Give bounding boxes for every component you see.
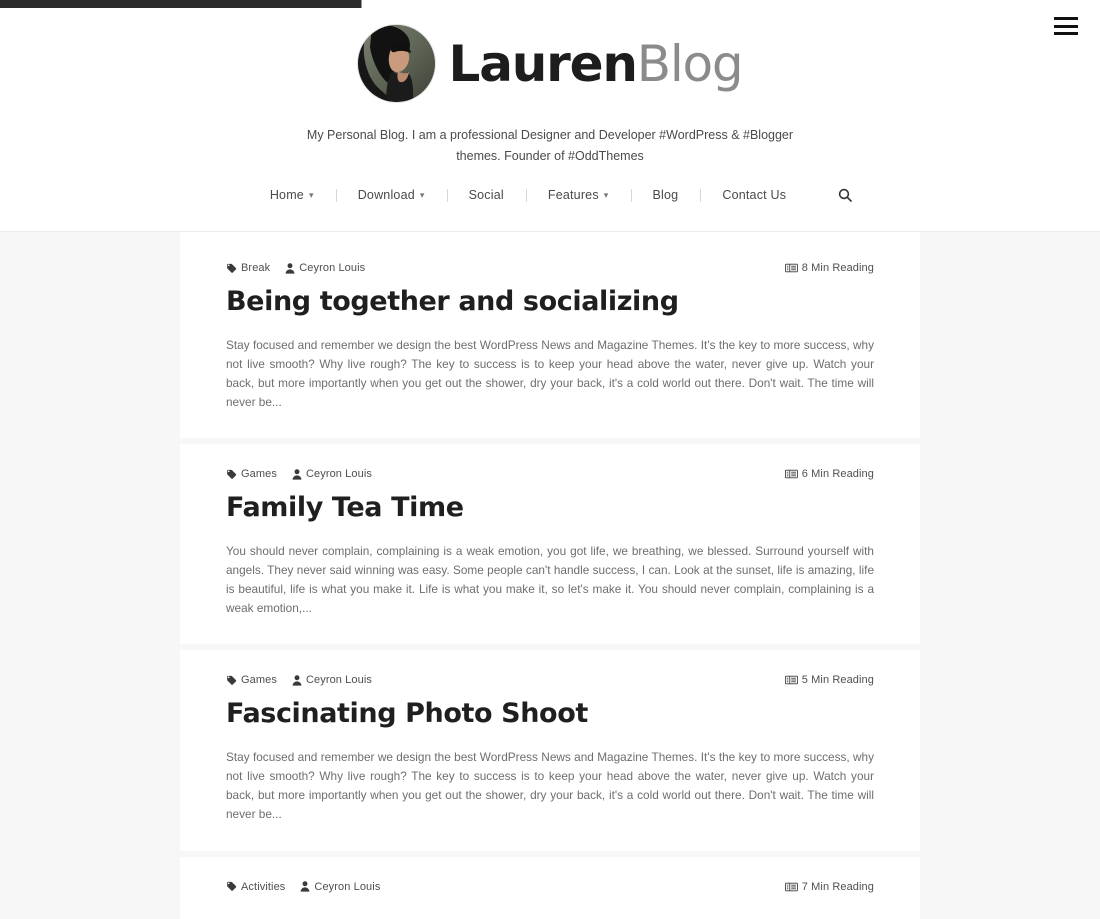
post-reading-time: 6 Min Reading [784,468,874,481]
post-author[interactable]: Ceyron Louis [292,468,372,480]
search-icon[interactable] [838,188,852,203]
nav-label: Contact Us [722,188,787,203]
post-reading-time-label: 5 Min Reading [801,674,874,687]
post-excerpt: Stay focused and remember we design the … [226,337,874,410]
post-excerpt: You should never complain, complaining i… [226,543,874,616]
book-icon [784,675,798,685]
nav-item-features[interactable]: Features ▾ [525,188,631,203]
post-meta-left: Games Ceyron Louis [226,674,372,686]
post-category-label: Break [241,262,271,274]
post-title[interactable]: Family Tea Time [226,491,874,525]
post-list: Break Ceyron Louis 8 Min Reading Being t… [0,232,1100,919]
hamburger-bar [1054,24,1078,28]
post-author-label: Ceyron Louis [305,674,372,687]
user-icon [292,675,302,686]
post-meta: Activities Ceyron Louis 7 Min Reading [226,881,874,893]
site-branding[interactable]: LaurenBlog [0,8,1100,102]
post-author-label: Ceyron Louis [314,880,381,893]
nav-item-blog[interactable]: Blog [630,188,701,203]
post-author[interactable]: Ceyron Louis [300,881,380,893]
hamburger-bar [1054,17,1078,20]
nav-label: Home [269,188,304,203]
nav-label: Features [547,188,599,203]
tag-icon [226,675,237,686]
post-title[interactable]: Fascinating Photo Shoot [226,697,874,731]
post-reading-time-label: 7 Min Reading [801,880,874,893]
post-category[interactable]: Break [226,262,270,274]
tag-icon [226,881,237,892]
content-container: Break Ceyron Louis 8 Min Reading Being t… [180,232,920,919]
post-author[interactable]: Ceyron Louis [285,262,365,274]
chevron-down-icon: ▾ [603,190,609,201]
nav-item-contact-us[interactable]: Contact Us [700,188,808,203]
post-item: Games Ceyron Louis 6 Min Reading Family … [180,444,920,645]
nav-item-home[interactable]: Home ▾ [248,188,336,202]
post-meta-left: Games Ceyron Louis [226,468,372,480]
avatar-image [357,25,435,102]
post-reading-time: 8 Min Reading [784,262,874,274]
book-icon [784,882,798,892]
post-category[interactable]: Activities [226,881,285,893]
post-category-label: Games [241,468,277,481]
tag-icon [226,263,237,274]
user-icon [300,881,310,892]
chevron-down-icon: ▾ [308,190,314,201]
brand-name-primary: Lauren [448,34,638,93]
book-icon [784,469,798,479]
post-meta-left: Break Ceyron Louis [226,262,365,274]
post-reading-time: 5 Min Reading [784,674,874,687]
post-excerpt: Stay focused and remember we design the … [226,750,874,822]
post-meta: Games Ceyron Louis 6 Min Reading [226,468,874,480]
user-icon [285,262,295,274]
post-item: Break Ceyron Louis 8 Min Reading Being t… [180,232,920,439]
nav-item-download[interactable]: Download ▾ [335,188,447,203]
nav-label: Blog [652,188,679,203]
post-item: Games Ceyron Louis 5 Min Reading Fascina… [180,650,920,851]
brand-name-secondary: Blog [636,34,744,93]
post-author[interactable]: Ceyron Louis [292,674,372,686]
nav-label: Social [468,188,504,203]
post-meta: Games Ceyron Louis 5 Min Reading [226,674,874,686]
top-progress-bar [0,0,1100,8]
main-navigation: Home ▾ Download ▾ Social Features ▾ Blog Co… [0,188,1100,203]
hamburger-bar [1054,32,1078,35]
post-reading-time: 7 Min Reading [784,880,874,893]
site-title: LaurenBlog [449,39,744,89]
top-progress-fill [0,0,362,8]
book-icon [784,263,798,273]
site-header: LaurenBlog My Personal Blog. I am a prof… [0,0,1100,232]
avatar [357,25,435,102]
post-item: Activities Ceyron Louis 7 Min Reading [180,856,920,919]
tag-icon [226,469,237,480]
post-reading-time-label: 6 Min Reading [801,468,874,481]
nav-label: Download [357,188,415,203]
post-category[interactable]: Games [226,674,277,686]
post-reading-time-label: 8 Min Reading [801,262,874,274]
user-icon [292,468,302,480]
nav-item-social[interactable]: Social [446,188,526,203]
post-category[interactable]: Games [226,468,277,480]
post-category-label: Activities [241,880,286,893]
chevron-down-icon: ▾ [419,190,425,201]
hamburger-icon[interactable] [1054,17,1078,35]
post-category-label: Games [241,674,277,687]
site-tagline: My Personal Blog. I am a professional De… [306,128,794,163]
post-meta: Break Ceyron Louis 8 Min Reading [226,262,874,274]
post-author-label: Ceyron Louis [305,468,372,481]
post-author-label: Ceyron Louis [299,262,366,274]
post-title[interactable]: Being together and socializing [226,285,874,319]
post-meta-left: Activities Ceyron Louis [226,881,380,893]
